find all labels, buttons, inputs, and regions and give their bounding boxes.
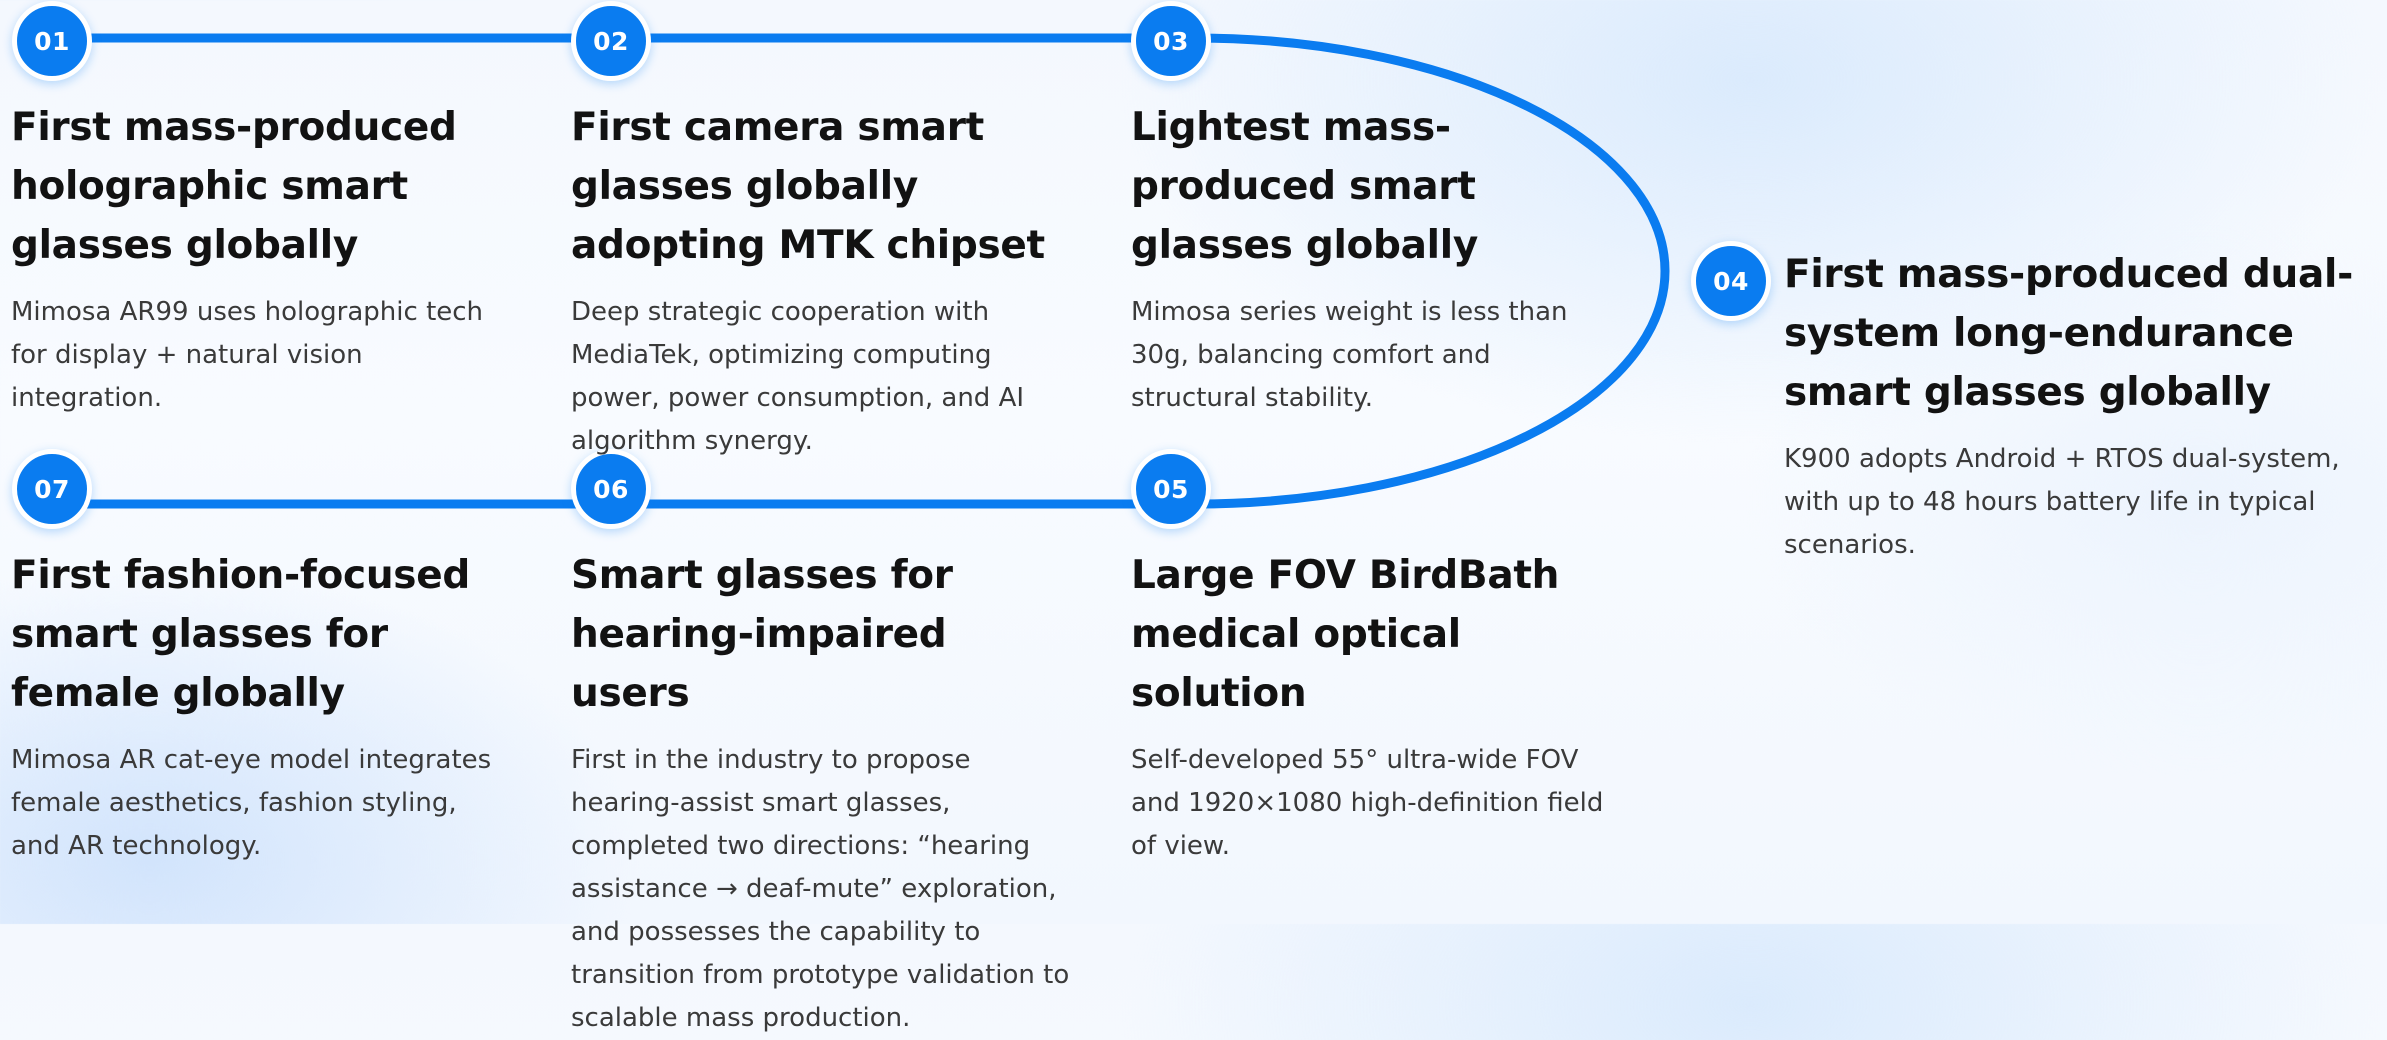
milestone-description: Mimosa AR cat-eye model integrates femal… (11, 745, 492, 861)
step-badge-03: 03 (1131, 1, 1211, 81)
step-badge-02: 02 (571, 1, 651, 81)
milestone-description: Self-developed 55° ultra-wide FOV and 19… (1131, 745, 1604, 861)
milestone-title: First mass-produced dual-system long-end… (1784, 252, 2353, 415)
milestone-title: First mass-produced holographic smart gl… (11, 105, 457, 268)
step-badge-05: 05 (1131, 449, 1211, 529)
milestone-title: First camera smart glasses globally adop… (571, 105, 1045, 268)
milestone-card-05: Large FOV BirdBath medical optical solut… (1131, 546, 1621, 868)
milestone-card-06: Smart glasses for hearing-impaired users… (571, 546, 1071, 1040)
step-badge-07: 07 (12, 449, 92, 529)
milestone-title: Lightest mass-produced smart glasses glo… (1131, 105, 1478, 268)
milestone-title: Smart glasses for hearing-impaired users (571, 553, 953, 716)
milestone-title: First fashion-focused smart glasses for … (11, 553, 470, 716)
milestone-title: Large FOV BirdBath medical optical solut… (1131, 553, 1560, 716)
step-badge-04: 04 (1691, 241, 1771, 321)
step-badge-01: 01 (12, 1, 92, 81)
milestone-description: Mimosa series weight is less than 30g, b… (1131, 297, 1568, 413)
milestone-card-03: Lightest mass-produced smart glasses glo… (1131, 98, 1621, 420)
milestone-card-04: First mass-produced dual-system long-end… (1784, 245, 2374, 567)
milestone-description: Mimosa AR99 uses holographic tech for di… (11, 297, 484, 413)
milestone-description: Deep strategic cooperation with MediaTek… (571, 297, 1025, 456)
milestone-description: First in the industry to propose hearing… (571, 745, 1070, 1033)
milestone-card-01: First mass-produced holographic smart gl… (11, 98, 486, 420)
milestone-description: K900 adopts Android + RTOS dual-system, … (1784, 444, 2340, 560)
milestone-card-02: First camera smart glasses globally adop… (571, 98, 1061, 463)
milestone-card-07: First fashion-focused smart glasses for … (11, 546, 501, 868)
